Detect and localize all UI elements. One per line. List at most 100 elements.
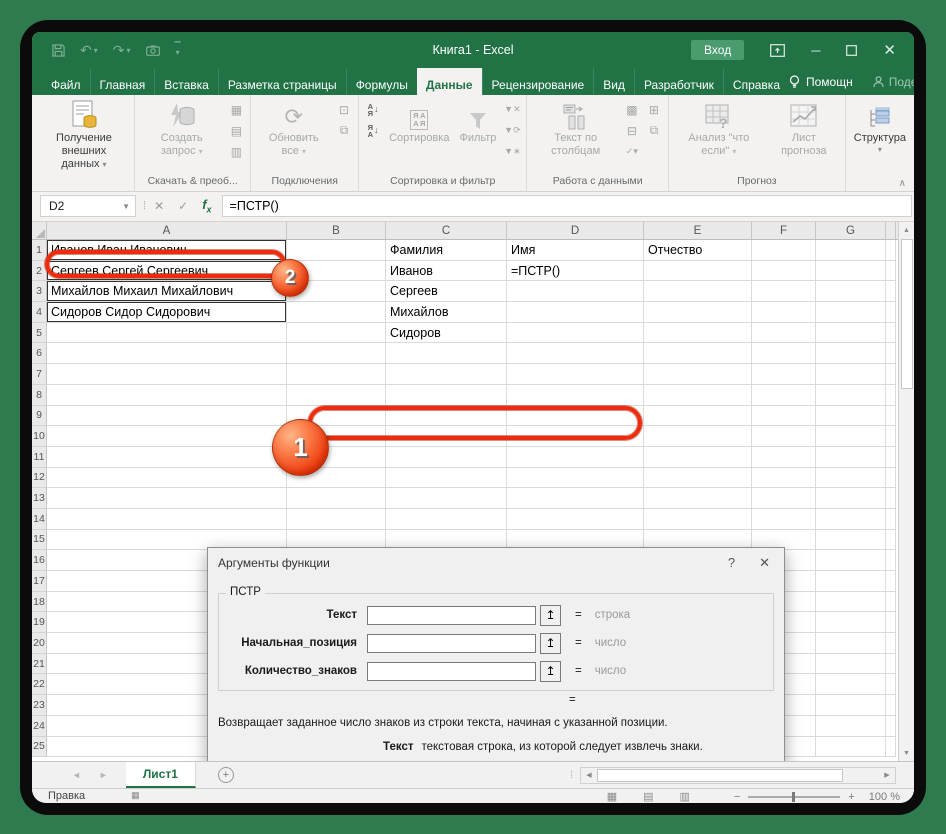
row-header-19[interactable]: 19 <box>32 612 47 633</box>
horizontal-scroll-thumb[interactable] <box>597 769 843 782</box>
cell-partial[interactable] <box>886 571 896 592</box>
cell-E12[interactable] <box>644 468 752 489</box>
tab-splitter[interactable]: ⁞ <box>570 770 572 781</box>
text-to-columns-button[interactable]: Текст по столбцам <box>530 98 621 158</box>
clear-filter-icon[interactable]: ▼✕ <box>502 100 522 119</box>
cell-G16[interactable] <box>816 550 886 571</box>
tab-Данные[interactable]: Данные <box>417 68 482 95</box>
cell-partial[interactable] <box>886 323 896 344</box>
cell-G13[interactable] <box>816 488 886 509</box>
cell-G12[interactable] <box>816 468 886 489</box>
sort-az-icon[interactable]: АЯ↓ <box>363 100 383 119</box>
cell-A14[interactable] <box>47 509 287 530</box>
cell-B7[interactable] <box>287 364 386 385</box>
cell-G9[interactable] <box>816 406 886 427</box>
row-header-8[interactable]: 8 <box>32 385 47 406</box>
sign-in-button[interactable]: Вход <box>691 40 744 60</box>
column-header-B[interactable]: B <box>287 222 386 239</box>
name-box-dropdown-icon[interactable]: ▼ <box>122 202 135 211</box>
cell-D14[interactable] <box>507 509 644 530</box>
page-break-view-icon[interactable]: ▥ <box>680 790 690 803</box>
get-external-data-button[interactable]: Получение внешних данных ▾ <box>37 98 131 171</box>
page-layout-view-icon[interactable]: ▤ <box>643 790 653 803</box>
show-queries-icon[interactable]: ▦ <box>226 100 246 119</box>
cell-E10[interactable] <box>644 426 752 447</box>
reapply-filter-icon[interactable]: ▼⟳ <box>502 121 522 140</box>
cell-partial[interactable] <box>886 468 896 489</box>
column-header-F[interactable]: F <box>752 222 816 239</box>
normal-view-icon[interactable]: ▦ <box>607 790 617 803</box>
cell-C3[interactable]: Сергеев <box>386 281 507 302</box>
cell-G25[interactable] <box>816 737 886 758</box>
save-icon[interactable] <box>52 44 65 57</box>
cell-A4[interactable]: Сидоров Сидор Сидорович <box>47 302 287 323</box>
cell-F2[interactable] <box>752 261 816 282</box>
cell-C6[interactable] <box>386 343 507 364</box>
sort-button[interactable]: Я АА Я Сортировка <box>384 98 454 145</box>
row-header-22[interactable]: 22 <box>32 674 47 695</box>
cell-partial[interactable] <box>886 343 896 364</box>
cell-G7[interactable] <box>816 364 886 385</box>
cell-partial[interactable] <box>886 654 896 675</box>
cell-C1[interactable]: Фамилия <box>386 240 507 261</box>
cell-partial[interactable] <box>886 302 896 323</box>
column-header-G[interactable]: G <box>816 222 886 239</box>
cell-C8[interactable] <box>386 385 507 406</box>
cell-C14[interactable] <box>386 509 507 530</box>
cell-F9[interactable] <box>752 406 816 427</box>
cell-A8[interactable] <box>47 385 287 406</box>
cell-B6[interactable] <box>287 343 386 364</box>
cell-E9[interactable] <box>644 406 752 427</box>
cell-partial[interactable] <box>886 716 896 737</box>
cell-A9[interactable] <box>47 406 287 427</box>
redo-icon[interactable]: ↷▾ <box>113 42 131 59</box>
filter-button[interactable]: Фильтр <box>454 98 501 145</box>
cell-partial[interactable] <box>886 550 896 571</box>
cell-D11[interactable] <box>507 447 644 468</box>
cell-partial[interactable] <box>886 633 896 654</box>
vertical-scrollbar[interactable]: ▲ ▼ <box>898 222 914 761</box>
cell-G10[interactable] <box>816 426 886 447</box>
sheet-tab[interactable]: Лист1 <box>126 762 196 788</box>
tab-Вставка[interactable]: Вставка <box>154 68 218 95</box>
undo-icon[interactable]: ↶▾ <box>80 42 98 59</box>
new-sheet-button[interactable]: + <box>218 762 234 788</box>
column-header-E[interactable]: E <box>644 222 752 239</box>
cell-A13[interactable] <box>47 488 287 509</box>
confirm-entry-icon[interactable]: ✓ <box>178 199 188 213</box>
advanced-filter-icon[interactable]: ▼∗ <box>502 142 522 161</box>
cell-partial[interactable] <box>886 674 896 695</box>
cell-G14[interactable] <box>816 509 886 530</box>
row-header-16[interactable]: 16 <box>32 550 47 571</box>
scroll-right-icon[interactable]: ▶ <box>879 771 895 779</box>
row-header-9[interactable]: 9 <box>32 406 47 427</box>
column-header-A[interactable]: A <box>47 222 287 239</box>
flash-fill-icon[interactable]: ▩ <box>622 100 642 119</box>
row-header-10[interactable]: 10 <box>32 426 47 447</box>
row-header-14[interactable]: 14 <box>32 509 47 530</box>
cell-G24[interactable] <box>816 716 886 737</box>
tab-Разработчик[interactable]: Разработчик <box>634 68 723 95</box>
cell-partial[interactable] <box>886 612 896 633</box>
cell-partial[interactable] <box>886 261 896 282</box>
row-header-6[interactable]: 6 <box>32 343 47 364</box>
sort-za-icon[interactable]: ЯА↓ <box>363 121 383 140</box>
recent-sources-icon[interactable]: ▥ <box>226 142 246 161</box>
cell-G8[interactable] <box>816 385 886 406</box>
cell-partial[interactable] <box>886 530 896 551</box>
cell-F1[interactable] <box>752 240 816 261</box>
cell-F7[interactable] <box>752 364 816 385</box>
cell-G23[interactable] <box>816 695 886 716</box>
zoom-level[interactable]: 100 % <box>869 791 900 803</box>
ribbon-display-options-icon[interactable] <box>770 44 785 57</box>
remove-duplicates-icon[interactable]: ⊟ <box>622 121 642 140</box>
consolidate-icon[interactable]: ⊞ <box>644 100 664 119</box>
cell-A6[interactable] <box>47 343 287 364</box>
row-header-24[interactable]: 24 <box>32 716 47 737</box>
cell-partial[interactable] <box>886 592 896 613</box>
cell-partial[interactable] <box>886 447 896 468</box>
tab-Разметка страницы[interactable]: Разметка страницы <box>218 68 346 95</box>
row-header-4[interactable]: 4 <box>32 302 47 323</box>
select-all-corner[interactable] <box>32 222 47 239</box>
cell-B8[interactable] <box>287 385 386 406</box>
